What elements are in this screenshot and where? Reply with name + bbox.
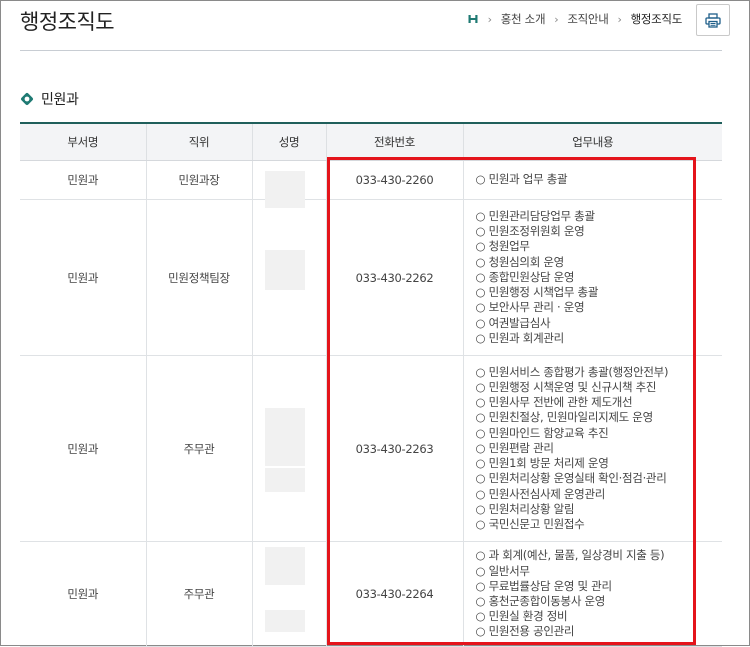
duty-item: ○ 민원실 환경 정비 — [475, 609, 568, 624]
duty-item: ○ 민원행정 시책운영 및 신규시책 추진 — [475, 380, 657, 395]
print-button[interactable] — [696, 4, 730, 36]
breadcrumb-item-intro[interactable]: 홍천 소개 — [501, 11, 546, 27]
duty-item: ○ 민원마인드 함양교육 추진 — [475, 425, 609, 440]
chevron-right-icon: › — [487, 12, 492, 26]
dept-cell: 민원과 — [20, 355, 146, 542]
duty-item: ○ 민원과 업무 총괄 — [475, 172, 568, 187]
column-header-phone: 전화번호 — [325, 122, 463, 161]
duty-item: ○ 민원서비스 종합평가 총괄(행정안전부) — [475, 364, 669, 379]
phone-cell: 033-430-2262 — [325, 199, 463, 356]
name-cell — [251, 541, 326, 647]
duty-item: ○ 청원업무 — [475, 239, 531, 254]
duty-item: ○ 종합민원상담 운영 — [475, 269, 575, 284]
duty-item: ○ 민원과 회계관리 — [475, 330, 565, 345]
duty-item: ○ 보안사무 관리 · 운영 — [475, 300, 585, 315]
position-cell: 주무관 — [145, 541, 252, 647]
header-divider — [20, 50, 722, 51]
redacted-name-block — [264, 408, 305, 466]
duty-item: ○ 과 회계(예산, 물품, 일상경비 지출 등) — [475, 548, 665, 563]
diamond-bullet-icon — [20, 92, 34, 106]
duty-item: ○ 민원사무 전반에 관한 제도개선 — [475, 395, 633, 410]
phone-cell: 033-430-2264 — [325, 541, 463, 647]
phone-cell: 033-430-2263 — [325, 355, 463, 542]
table-header-row: 부서명 직위 성명 전화번호 업무내용 — [20, 122, 722, 161]
duty-item: ○ 청원심의회 운영 — [475, 254, 565, 269]
dept-cell: 민원과 — [20, 199, 146, 356]
breadcrumb: › 홍천 소개 › 조직안내 › 행정조직도 — [467, 11, 682, 27]
column-header-dept: 부서명 — [20, 122, 146, 161]
name-cell — [251, 199, 326, 356]
table-row: 민원과 민원과장 033-430-2260 ○ 민원과 업무 총괄 — [20, 160, 722, 208]
dept-cell: 민원과 — [20, 541, 146, 647]
duties-cell: ○ 민원관리담당업무 총괄 ○ 민원조정위원회 운영 ○ 청원업무 ○ 청원심의회 운… — [462, 199, 722, 356]
print-icon — [705, 12, 721, 28]
column-header-duties: 업무내용 — [462, 122, 722, 161]
duty-item: ○ 일반서무 — [475, 563, 531, 578]
chevron-right-icon: › — [617, 12, 622, 26]
name-cell — [251, 160, 326, 208]
duty-item: ○ 민원행정 시책업무 총괄 — [475, 285, 599, 300]
duty-item: ○ 민원처리상황 알림 — [475, 501, 575, 516]
duty-item: ○ 국민신문고 민원접수 — [475, 516, 585, 531]
breadcrumb-item-current[interactable]: 행정조직도 — [631, 11, 683, 27]
column-header-position: 직위 — [145, 122, 252, 161]
org-table: 부서명 직위 성명 전화번호 업무내용 민원과 민원과장 033-430-2260 ○… — [20, 122, 722, 647]
duty-item: ○ 민원전용 공인관리 — [475, 624, 575, 639]
duty-item: ○ 민원편람 관리 — [475, 440, 554, 455]
page-title: 행정조직도 — [20, 10, 115, 34]
column-header-name: 성명 — [251, 122, 326, 161]
redacted-name-block — [264, 610, 305, 632]
position-cell: 주무관 — [145, 355, 252, 542]
duty-item: ○ 홍천군종합이동봉사 운영 — [475, 594, 606, 608]
duty-item: ○ 민원친절상, 민원마일리지제도 운영 — [475, 410, 654, 425]
duty-item: ○ 민원1회 방문 처리제 운영 — [475, 456, 609, 471]
duty-item: ○ 무료법률상담 운영 및 관리 — [475, 578, 613, 593]
duty-item: ○ 민원조정위원회 운영 — [475, 224, 585, 239]
redacted-name-block — [264, 547, 305, 585]
table-row: 민원과 민원정책팀장 033-430-2262 ○ 민원관리담당업무 총괄 ○ 민원조정… — [20, 199, 722, 356]
duties-cell: ○ 과 회계(예산, 물품, 일상경비 지출 등) ○ 일반서무 ○ 무료법률상담 … — [462, 541, 722, 647]
chevron-right-icon: › — [554, 12, 559, 26]
duties-cell: ○ 민원서비스 종합평가 총괄(행정안전부) ○ 민원행정 시책운영 및 신규시책… — [462, 355, 722, 542]
dept-cell: 민원과 — [20, 160, 146, 200]
duty-item: ○ 민원사전심사제 운영관리 — [475, 486, 606, 501]
table-row: 민원과 주무관 033-430-2263 ○ 민원서비스 종합평가 총괄(행정안전부)… — [20, 355, 722, 542]
duty-item: ○ 여권발급심사 — [475, 315, 551, 330]
name-cell — [251, 355, 326, 542]
position-cell: 민원과장 — [145, 160, 252, 200]
duty-item: ○ 민원처리상황 운영실태 확인·점검·관리 — [475, 471, 667, 486]
duties-cell: ○ 민원과 업무 총괄 — [462, 160, 722, 200]
redacted-name-block — [264, 468, 305, 492]
home-icon[interactable] — [467, 13, 479, 25]
section-title: 민원과 — [41, 92, 79, 108]
duty-item: ○ 민원관리담당업무 총괄 — [475, 209, 596, 224]
table-row: 민원과 주무관 033-430-2264 ○ 과 회계(예산, 물품, 일상경비 지출… — [20, 541, 722, 647]
redacted-name-block — [264, 250, 305, 290]
section-heading: 민원과 — [20, 89, 79, 109]
breadcrumb-item-org-info[interactable]: 조직안내 — [567, 11, 608, 27]
phone-cell: 033-430-2260 — [325, 160, 463, 200]
position-cell: 민원정책팀장 — [145, 199, 252, 356]
